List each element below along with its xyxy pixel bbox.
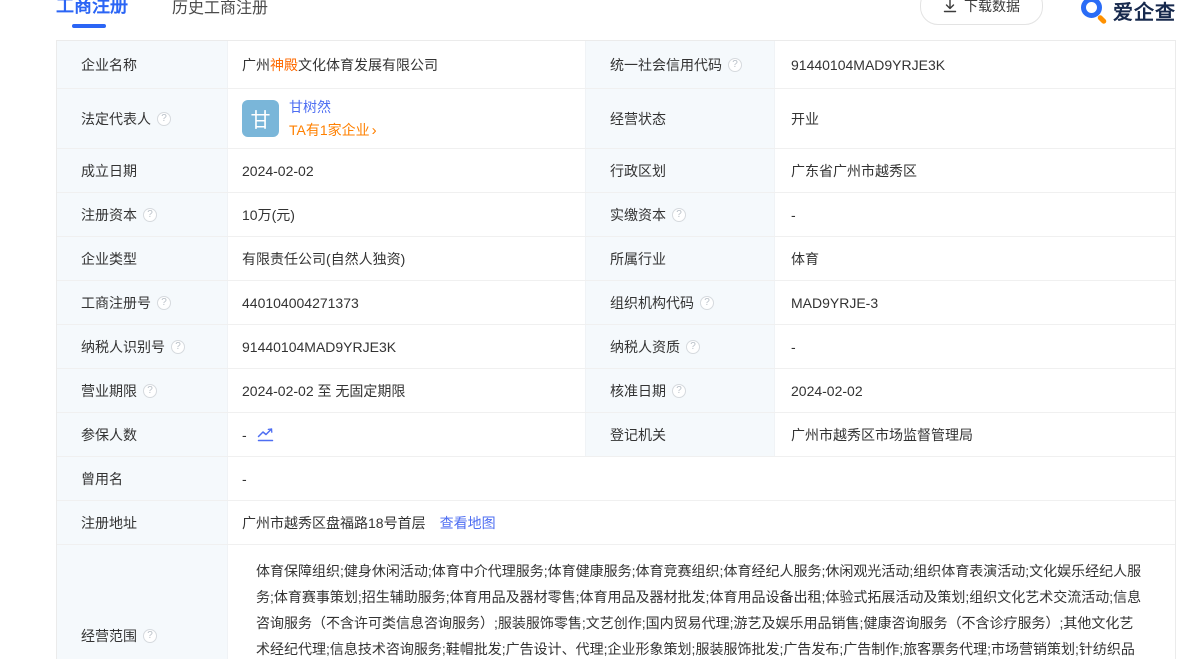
field-label-company-type: 企业类型 [57, 237, 228, 280]
field-value-org-code: MAD9YRJE-3 [775, 281, 1175, 324]
field-label-legal-rep: 法定代表人 ? [57, 89, 228, 148]
table-row: 企业名称 广州神殿文化体育发展有限公司 统一社会信用代码 ? 91440104M… [57, 41, 1175, 89]
field-label-taxpayer-id: 纳税人识别号 ? [57, 325, 228, 368]
tab-history-registration[interactable]: 历史工商注册 [172, 0, 268, 18]
field-label-registration-authority: 登记机关 [585, 413, 775, 456]
help-icon[interactable]: ? [672, 208, 686, 222]
field-value-registration-no: 440104004271373 [228, 281, 585, 324]
legal-rep-name-link[interactable]: 甘树然 [289, 97, 377, 117]
table-row: 工商注册号 ? 440104004271373 组织机构代码 ? MAD9YRJ… [57, 281, 1175, 325]
field-label-registration-no: 工商注册号 ? [57, 281, 228, 324]
table-row: 纳税人识别号 ? 91440104MAD9YRJE3K 纳税人资质 ? - [57, 325, 1175, 369]
table-row: 企业类型 有限责任公司(自然人独资) 所属行业 体育 [57, 237, 1175, 281]
help-icon[interactable]: ? [143, 208, 157, 222]
section-header: 工商注册 历史工商注册 下载数据 爱企查 [0, 0, 1186, 38]
table-row: 经营范围 ? 体育保障组织;健身休闲活动;体育中介代理服务;体育健康服务;体育竞… [57, 545, 1175, 659]
field-value-paid-capital: - [775, 193, 1175, 236]
field-value-registered-address: 广州市越秀区盘福路18号首层 查看地图 [228, 501, 1175, 544]
field-value-company-name: 广州神殿文化体育发展有限公司 [228, 41, 585, 88]
aiqicha-q-icon [1081, 0, 1108, 24]
field-label-credit-code: 统一社会信用代码 ? [585, 41, 775, 88]
help-icon[interactable]: ? [728, 58, 742, 72]
tab-history-registration-label: 历史工商注册 [172, 0, 268, 17]
field-label-admin-division: 行政区划 [585, 149, 775, 192]
help-icon[interactable]: ? [171, 340, 185, 354]
table-row: 注册地址 广州市越秀区盘福路18号首层 查看地图 [57, 501, 1175, 545]
field-value-taxpayer-qualification: - [775, 325, 1175, 368]
help-icon[interactable]: ? [672, 384, 686, 398]
company-name-highlight: 神殿 [270, 57, 298, 73]
field-value-admin-division: 广东省广州市越秀区 [775, 149, 1175, 192]
field-value-company-type: 有限责任公司(自然人独资) [228, 237, 585, 280]
field-label-business-term: 营业期限 ? [57, 369, 228, 412]
download-icon [943, 0, 957, 13]
help-icon[interactable]: ? [157, 296, 171, 310]
company-name-suffix: 文化体育发展有限公司 [298, 57, 438, 73]
header-actions: 下载数据 爱企查 [920, 0, 1176, 25]
download-data-button[interactable]: 下载数据 [920, 0, 1043, 25]
help-icon[interactable]: ? [686, 340, 700, 354]
download-button-label: 下载数据 [964, 0, 1020, 16]
field-value-credit-code: 91440104MAD9YRJE3K [775, 41, 1175, 88]
registered-address-text: 广州市越秀区盘福路18号首层 [242, 513, 426, 533]
insured-trend-chart-icon[interactable] [257, 427, 274, 442]
tab-business-registration[interactable]: 工商注册 [56, 0, 128, 28]
related-companies-link[interactable]: TA有1家企业 › [289, 120, 377, 140]
legal-rep-avatar[interactable]: 甘 [242, 100, 279, 137]
field-value-taxpayer-id: 91440104MAD9YRJE3K [228, 325, 585, 368]
table-row: 曾用名 - [57, 457, 1175, 501]
field-label-industry: 所属行业 [585, 237, 775, 280]
field-value-former-name: - [228, 457, 1175, 500]
active-tab-underline [72, 24, 106, 28]
aiqicha-logo[interactable]: 爱企查 [1081, 0, 1176, 25]
field-label-insured-count: 参保人数 [57, 413, 228, 456]
field-label-taxpayer-qualification: 纳税人资质 ? [585, 325, 775, 368]
tab-bar: 工商注册 历史工商注册 [56, 0, 268, 28]
field-value-legal-rep: 甘 甘树然 TA有1家企业 › [228, 89, 585, 148]
help-icon[interactable]: ? [143, 629, 157, 643]
field-label-paid-capital: 实缴资本 ? [585, 193, 775, 236]
field-value-approval-date: 2024-02-02 [775, 369, 1175, 412]
field-value-industry: 体育 [775, 237, 1175, 280]
field-label-former-name: 曾用名 [57, 457, 228, 500]
view-map-link[interactable]: 查看地图 [440, 513, 496, 533]
tab-business-registration-label: 工商注册 [56, 0, 128, 16]
field-label-registered-capital: 注册资本 ? [57, 193, 228, 236]
help-icon[interactable]: ? [143, 384, 157, 398]
field-value-establish-date: 2024-02-02 [228, 149, 585, 192]
field-label-org-code: 组织机构代码 ? [585, 281, 775, 324]
business-registration-page: 工商注册 历史工商注册 下载数据 爱企查 [0, 0, 1186, 659]
field-value-insured-count: - [228, 413, 585, 456]
field-label-company-name: 企业名称 [57, 41, 228, 88]
business-scope-text: 体育保障组织;健身休闲活动;体育中介代理服务;体育健康服务;体育竞赛组织;体育经… [242, 545, 1161, 659]
field-value-status: 开业 [775, 89, 1175, 148]
registration-info-table: 企业名称 广州神殿文化体育发展有限公司 统一社会信用代码 ? 91440104M… [56, 40, 1176, 659]
chevron-right-icon: › [372, 123, 377, 138]
field-label-status: 经营状态 [585, 89, 775, 148]
field-label-registered-address: 注册地址 [57, 501, 228, 544]
field-value-registered-capital: 10万(元) [228, 193, 585, 236]
help-icon[interactable]: ? [700, 296, 714, 310]
field-label-business-scope: 经营范围 ? [57, 545, 228, 659]
field-value-business-term: 2024-02-02 至 无固定期限 [228, 369, 585, 412]
table-row: 参保人数 - 登记机关 广州市越秀区市场监督管理局 [57, 413, 1175, 457]
field-value-registration-authority: 广州市越秀区市场监督管理局 [775, 413, 1175, 456]
field-label-approval-date: 核准日期 ? [585, 369, 775, 412]
field-label-establish-date: 成立日期 [57, 149, 228, 192]
table-row: 法定代表人 ? 甘 甘树然 TA有1家企业 › 经营状态 [57, 89, 1175, 149]
brand-name: 爱企查 [1113, 0, 1176, 25]
table-row: 营业期限 ? 2024-02-02 至 无固定期限 核准日期 ? 2024-02… [57, 369, 1175, 413]
help-icon[interactable]: ? [157, 112, 171, 126]
table-row: 成立日期 2024-02-02 行政区划 广东省广州市越秀区 [57, 149, 1175, 193]
field-value-business-scope: 体育保障组织;健身休闲活动;体育中介代理服务;体育健康服务;体育竞赛组织;体育经… [228, 545, 1175, 659]
company-name-prefix: 广州 [242, 57, 270, 73]
table-row: 注册资本 ? 10万(元) 实缴资本 ? - [57, 193, 1175, 237]
